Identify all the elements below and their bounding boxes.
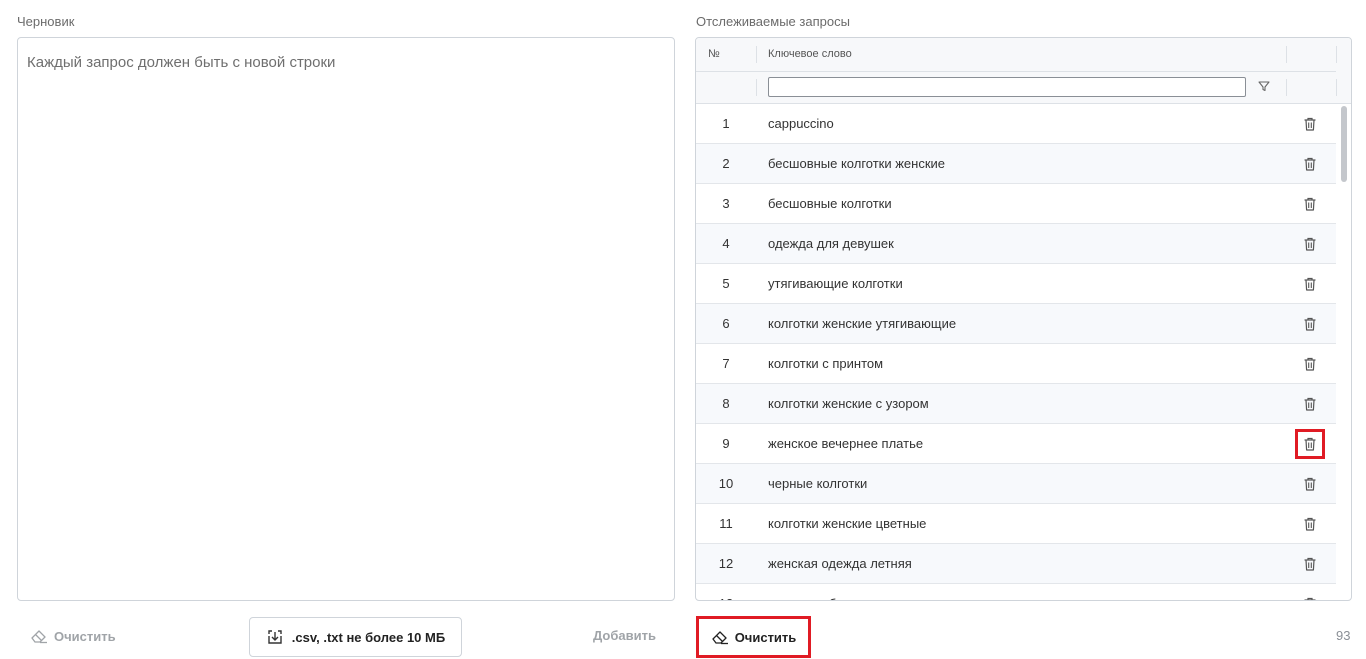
column-header-number: № (708, 48, 720, 60)
row-number: 5 (722, 276, 730, 291)
upload-file-label: .csv, .txt не более 10 МБ (291, 629, 446, 645)
row-number: 9 (722, 436, 730, 451)
trash-icon[interactable] (1302, 556, 1318, 572)
download-tray-icon (268, 630, 282, 644)
trash-icon[interactable] (1302, 396, 1318, 412)
trash-icon[interactable] (1302, 156, 1318, 172)
tracked-queries-table: № Ключевое слово 1 cappuccino 2 бесшовные к… (695, 37, 1352, 601)
upload-file-button[interactable]: .csv, .txt не более 10 МБ (249, 617, 462, 657)
clear-tracked-label: Очистить (734, 629, 797, 645)
row-number: 11 (719, 516, 733, 531)
table-row: 9 женское вечернее платье (696, 424, 1336, 464)
add-button[interactable]: Добавить (593, 628, 656, 643)
row-number: 3 (722, 196, 730, 211)
row-keyword: бесшовные колготки (768, 196, 892, 211)
row-keyword: cappuccino (768, 116, 834, 131)
trash-icon[interactable] (1302, 236, 1318, 252)
column-header-keyword[interactable]: Ключевое слово (768, 38, 852, 71)
keyword-filter-input[interactable] (768, 77, 1246, 97)
row-keyword: черные колготки (768, 476, 868, 491)
row-keyword: бесшовные колготки женские (768, 156, 946, 171)
row-number: 10 (718, 476, 734, 491)
row-number: 2 (722, 156, 730, 171)
table-row: 2 бесшовные колготки женские (696, 144, 1336, 184)
row-number: 8 (722, 396, 730, 411)
column-divider (756, 46, 757, 63)
draft-textarea[interactable]: Каждый запрос должен быть с новой строки (17, 37, 675, 601)
trash-icon[interactable] (1302, 316, 1318, 332)
row-keyword: колготки женские цветные (768, 516, 927, 531)
table-row: 12 женская одежда летняя (696, 544, 1336, 584)
table-row: 10 черные колготки (696, 464, 1336, 504)
table-row: 7 колготки с принтом (696, 344, 1336, 384)
trash-icon[interactable] (1302, 196, 1318, 212)
row-keyword: колготки женские утягивающие (768, 316, 957, 331)
trash-icon[interactable] (1302, 476, 1318, 492)
row-keyword: женская одежда летняя (768, 556, 912, 571)
row-number: 1 (722, 116, 730, 131)
column-divider (756, 79, 757, 96)
clear-draft-button[interactable]: Очистить (30, 624, 116, 648)
trash-icon[interactable] (1302, 116, 1318, 132)
table-body: 1 cappuccino 2 бесшовные колготки женские 3 б… (696, 104, 1336, 600)
table-row: 13 женская обувь (696, 584, 1336, 600)
table-row: 4 одежда для девушек (696, 224, 1336, 264)
row-number: 7 (722, 356, 730, 371)
row-keyword: одежда для девушек (768, 236, 894, 251)
row-number: 4 (722, 236, 730, 251)
row-number: 13 (696, 584, 756, 600)
column-divider (1336, 79, 1337, 96)
row-number: 6 (722, 316, 730, 331)
table-scrollbar[interactable] (1341, 106, 1347, 182)
row-keyword: утягивающие колготки (768, 276, 903, 291)
table-row: 11 колготки женские цветные (696, 504, 1336, 544)
tracked-count: 93 (1336, 628, 1351, 643)
draft-label: Черновик (17, 14, 75, 29)
table-header: № Ключевое слово (696, 38, 1351, 104)
row-keyword: колготки с принтом (768, 356, 884, 371)
filter-icon[interactable] (1257, 79, 1271, 93)
row-keyword: колготки женские с узором (768, 396, 929, 411)
tracked-queries-label: Отслеживаемые запросы (696, 14, 850, 29)
trash-icon[interactable] (1302, 276, 1318, 292)
trash-icon[interactable] (1295, 429, 1325, 459)
column-divider (1286, 79, 1287, 96)
trash-icon[interactable] (1302, 356, 1318, 372)
clear-tracked-button[interactable]: Очистить (696, 616, 811, 658)
table-row: 1 cappuccino (696, 104, 1336, 144)
table-row: 6 колготки женские утягивающие (696, 304, 1336, 344)
header-row-divider (696, 71, 1336, 72)
trash-icon[interactable] (1302, 596, 1318, 600)
eraser-icon (712, 631, 728, 645)
table-row: 5 утягивающие колготки (696, 264, 1336, 304)
row-number: 12 (718, 556, 734, 571)
row-keyword: женская обувь (768, 584, 856, 600)
trash-icon[interactable] (1302, 516, 1318, 532)
column-divider (1336, 46, 1337, 63)
draft-placeholder: Каждый запрос должен быть с новой строки (27, 54, 336, 71)
table-row: 3 бесшовные колготки (696, 184, 1336, 224)
table-row: 8 колготки женские с узором (696, 384, 1336, 424)
row-keyword: женское вечернее платье (768, 436, 924, 451)
clear-draft-label: Очистить (54, 628, 116, 644)
eraser-icon (31, 630, 47, 644)
column-divider (1286, 46, 1287, 63)
